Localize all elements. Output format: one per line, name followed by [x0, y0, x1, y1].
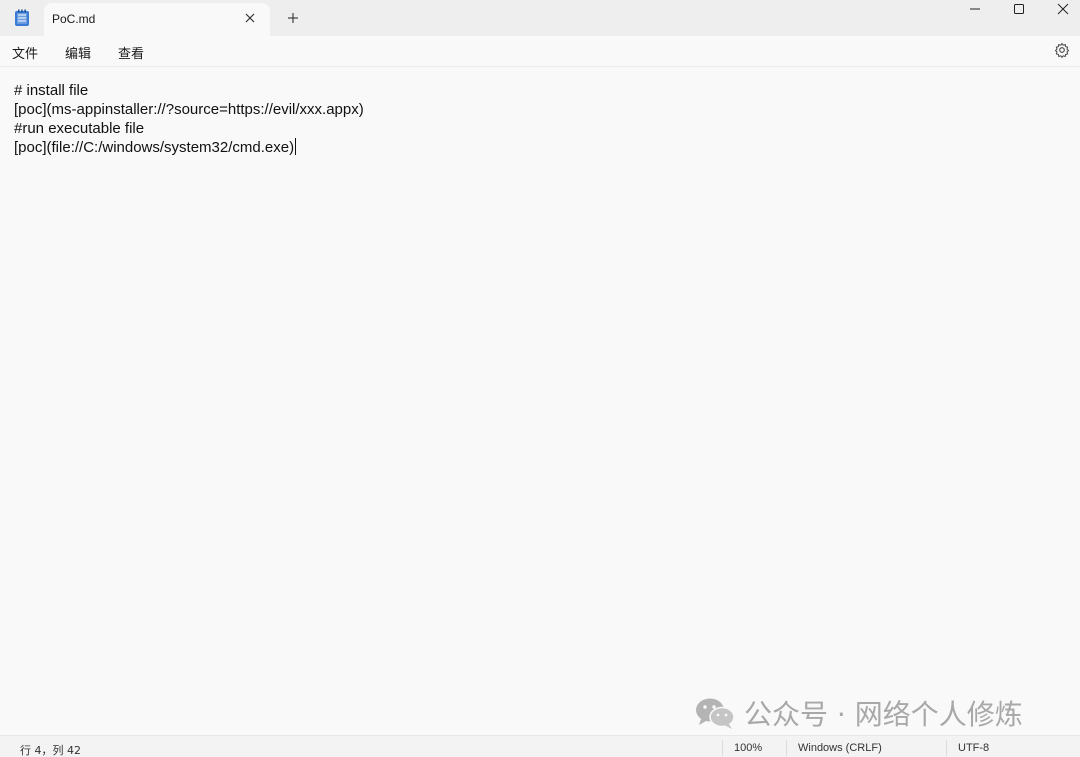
notepad-window: PoC.md 文件 编辑 查看 # install file [poc](ms-…	[0, 0, 1080, 757]
editor-line[interactable]: # install file	[14, 81, 88, 100]
status-bar: 行 4，列 42 100% Windows (CRLF) UTF-8	[0, 735, 1080, 757]
encoding[interactable]: UTF-8	[958, 742, 989, 754]
close-window-button[interactable]	[1040, 0, 1080, 30]
editor-line-4[interactable]: [poc](file://C:/windows/system32/cmd.exe…	[14, 138, 297, 157]
gear-icon[interactable]	[1054, 42, 1070, 59]
text-caret	[295, 138, 297, 155]
tab-poc-md[interactable]: PoC.md	[44, 3, 270, 36]
notepad-icon	[14, 9, 30, 27]
status-divider	[722, 740, 723, 756]
maximize-icon	[1014, 4, 1024, 14]
text-editor[interactable]: # install file [poc](ms-appinstaller://?…	[0, 67, 1080, 735]
status-divider	[946, 740, 947, 756]
minimize-icon	[970, 8, 980, 10]
menu-view[interactable]: 查看	[118, 43, 144, 62]
watermark: 公众号 · 网络个人修炼	[694, 694, 1023, 732]
watermark-text: 公众号 · 网络个人修炼	[744, 698, 1023, 731]
cursor-position[interactable]: 行 4，列 42	[20, 742, 81, 757]
menu-bar: 文件 编辑 查看	[0, 36, 1080, 67]
editor-line[interactable]: [poc](ms-appinstaller://?source=https://…	[14, 100, 364, 119]
editor-line[interactable]: #run executable file	[14, 119, 144, 138]
wechat-icon	[696, 698, 735, 729]
close-icon[interactable]	[243, 11, 257, 25]
title-bar: PoC.md	[0, 0, 1080, 36]
zoom-level[interactable]: 100%	[734, 742, 762, 754]
maximize-button[interactable]	[996, 0, 1042, 30]
tab-title: PoC.md	[52, 12, 96, 26]
menu-file[interactable]: 文件	[12, 43, 38, 62]
minimize-button[interactable]	[952, 0, 998, 30]
menu-edit[interactable]: 编辑	[65, 43, 91, 62]
line-ending[interactable]: Windows (CRLF)	[798, 742, 882, 754]
close-icon	[1057, 3, 1069, 15]
plus-icon[interactable]	[286, 11, 300, 25]
editor-line-text: [poc](file://C:/windows/system32/cmd.exe…	[14, 139, 295, 156]
status-divider	[786, 740, 787, 756]
